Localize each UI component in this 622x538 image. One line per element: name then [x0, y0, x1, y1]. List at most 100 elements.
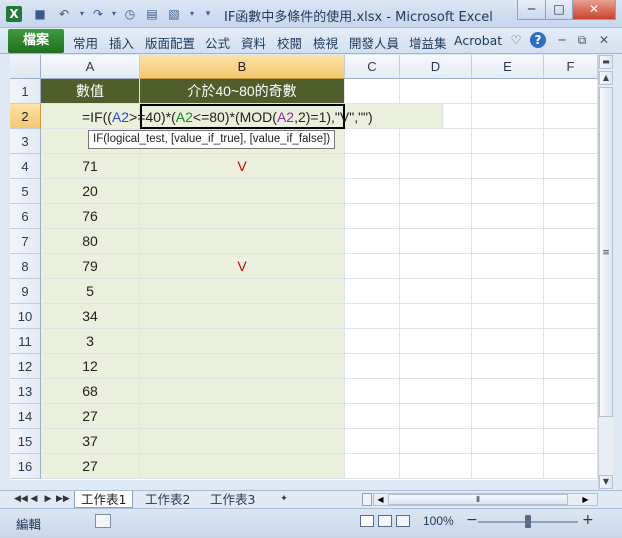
row-header-8[interactable]: 8 — [10, 254, 41, 279]
cell-f14[interactable] — [544, 404, 598, 429]
cell-b7[interactable] — [140, 229, 345, 254]
scroll-down-icon[interactable]: ▼ — [599, 475, 613, 489]
cell-f2[interactable] — [544, 104, 598, 129]
row-header-2[interactable]: 2 — [10, 104, 41, 129]
cell-e15[interactable] — [472, 429, 544, 454]
scroll-thumb[interactable]: ≡ — [599, 87, 613, 417]
row-header-1[interactable]: 1 — [10, 79, 41, 104]
select-all-corner[interactable] — [10, 55, 41, 79]
row-header-7[interactable]: 7 — [10, 229, 41, 254]
scroll-left-icon[interactable]: ◀ — [375, 494, 386, 505]
last-sheet-icon[interactable]: ▶▶ — [56, 493, 70, 506]
cell-f16[interactable] — [544, 454, 598, 479]
cell-d6[interactable] — [400, 204, 472, 229]
row-header-11[interactable]: 11 — [10, 329, 41, 354]
column-header-b[interactable]: B — [140, 55, 345, 79]
insert-sheet-icon[interactable]: ✦ — [276, 493, 292, 506]
cell-d8[interactable] — [400, 254, 472, 279]
print-preview-icon[interactable]: ▧ — [166, 6, 182, 22]
cell-d13[interactable] — [400, 379, 472, 404]
first-sheet-icon[interactable]: ◀◀ — [14, 493, 28, 506]
cell-e14[interactable] — [472, 404, 544, 429]
cell-b5[interactable] — [140, 179, 345, 204]
column-header-c[interactable]: C — [345, 55, 400, 79]
clock-icon[interactable]: ◷ — [122, 6, 138, 22]
restore-button[interactable]: □ — [545, 0, 573, 20]
print-icon[interactable]: ▤ — [144, 6, 160, 22]
tab-split-handle[interactable] — [362, 493, 372, 506]
cell-c10[interactable] — [345, 304, 400, 329]
cell-c15[interactable] — [345, 429, 400, 454]
page-break-view-icon[interactable] — [396, 515, 410, 527]
cell-c13[interactable] — [345, 379, 400, 404]
cell-a8[interactable]: 79 — [41, 254, 140, 279]
cell-e5[interactable] — [472, 179, 544, 204]
zoom-slider-thumb[interactable] — [525, 515, 531, 528]
cell-e12[interactable] — [472, 354, 544, 379]
cell-e10[interactable] — [472, 304, 544, 329]
cell-e16[interactable] — [472, 454, 544, 479]
redo-dropdown-icon[interactable]: ▾ — [106, 6, 122, 22]
cell-d10[interactable] — [400, 304, 472, 329]
ribbon-restore-icon[interactable]: ⧉ — [574, 32, 590, 48]
cell-a4[interactable]: 71 — [41, 154, 140, 179]
tab-acrobat[interactable]: Acrobat — [454, 33, 502, 48]
zoom-in-icon[interactable]: + — [582, 512, 594, 528]
cell-c16[interactable] — [345, 454, 400, 479]
tab-formulas[interactable]: 公式 — [205, 33, 230, 52]
next-sheet-icon[interactable]: ▶ — [42, 493, 54, 506]
tab-developer[interactable]: 開發人員 — [349, 33, 399, 52]
normal-view-icon[interactable] — [360, 515, 374, 527]
cell-b8[interactable]: V — [140, 254, 345, 279]
cell-e13[interactable] — [472, 379, 544, 404]
tab-review[interactable]: 校閱 — [277, 33, 302, 52]
cell-c14[interactable] — [345, 404, 400, 429]
cell-a5[interactable]: 20 — [41, 179, 140, 204]
horizontal-scrollbar[interactable]: ◀ ⦀ ▶ — [373, 493, 598, 506]
cell-f11[interactable] — [544, 329, 598, 354]
redo-icon[interactable]: ↷ — [90, 6, 106, 22]
heart-icon[interactable]: ♡ — [508, 32, 524, 48]
spreadsheet-grid[interactable]: A B C D E F 1 2 3 4 5 6 7 8 9 10 11 12 13 14 15 16 數值 介… — [10, 55, 598, 480]
cell-e4[interactable] — [472, 154, 544, 179]
cell-d4[interactable] — [400, 154, 472, 179]
row-header-15[interactable]: 15 — [10, 429, 41, 454]
cell-a12[interactable]: 12 — [41, 354, 140, 379]
cell-a10[interactable]: 34 — [41, 304, 140, 329]
cell-d15[interactable] — [400, 429, 472, 454]
column-header-d[interactable]: D — [400, 55, 472, 79]
cell-d3[interactable] — [400, 129, 472, 154]
cell-f7[interactable] — [544, 229, 598, 254]
row-header-16[interactable]: 16 — [10, 454, 41, 479]
cell-c4[interactable] — [345, 154, 400, 179]
cell-d11[interactable] — [400, 329, 472, 354]
cell-e8[interactable] — [472, 254, 544, 279]
cell-d7[interactable] — [400, 229, 472, 254]
cell-a9[interactable]: 5 — [41, 279, 140, 304]
sheet-tab-3[interactable]: 工作表3 — [204, 491, 261, 508]
cell-d2[interactable] — [443, 104, 472, 129]
cell-e6[interactable] — [472, 204, 544, 229]
column-header-a[interactable]: A — [41, 55, 140, 79]
cell-c3[interactable] — [345, 129, 400, 154]
cell-c7[interactable] — [345, 229, 400, 254]
cell-f3[interactable] — [544, 129, 598, 154]
ribbon-minimize-icon[interactable]: ─ — [554, 32, 570, 48]
tab-insert[interactable]: 插入 — [109, 33, 134, 52]
cell-b15[interactable] — [140, 429, 345, 454]
cell-a14[interactable]: 27 — [41, 404, 140, 429]
excel-app-icon[interactable]: X — [6, 6, 22, 22]
formula-in-cell[interactable]: =IF((A2>=40)*(A2<=80)*(MOD(A2,2)=1),"V",… — [82, 105, 373, 130]
cell-c8[interactable] — [345, 254, 400, 279]
column-header-e[interactable]: E — [472, 55, 544, 79]
cell-b10[interactable] — [140, 304, 345, 329]
cell-a15[interactable]: 37 — [41, 429, 140, 454]
cell-f1[interactable] — [544, 79, 598, 104]
cell-a11[interactable]: 3 — [41, 329, 140, 354]
print-dropdown-icon[interactable]: ▾ — [184, 6, 200, 22]
cell-e1[interactable] — [472, 79, 544, 104]
cell-d1[interactable] — [400, 79, 472, 104]
macro-record-icon[interactable] — [95, 514, 111, 528]
cell-e11[interactable] — [472, 329, 544, 354]
cell-d9[interactable] — [400, 279, 472, 304]
